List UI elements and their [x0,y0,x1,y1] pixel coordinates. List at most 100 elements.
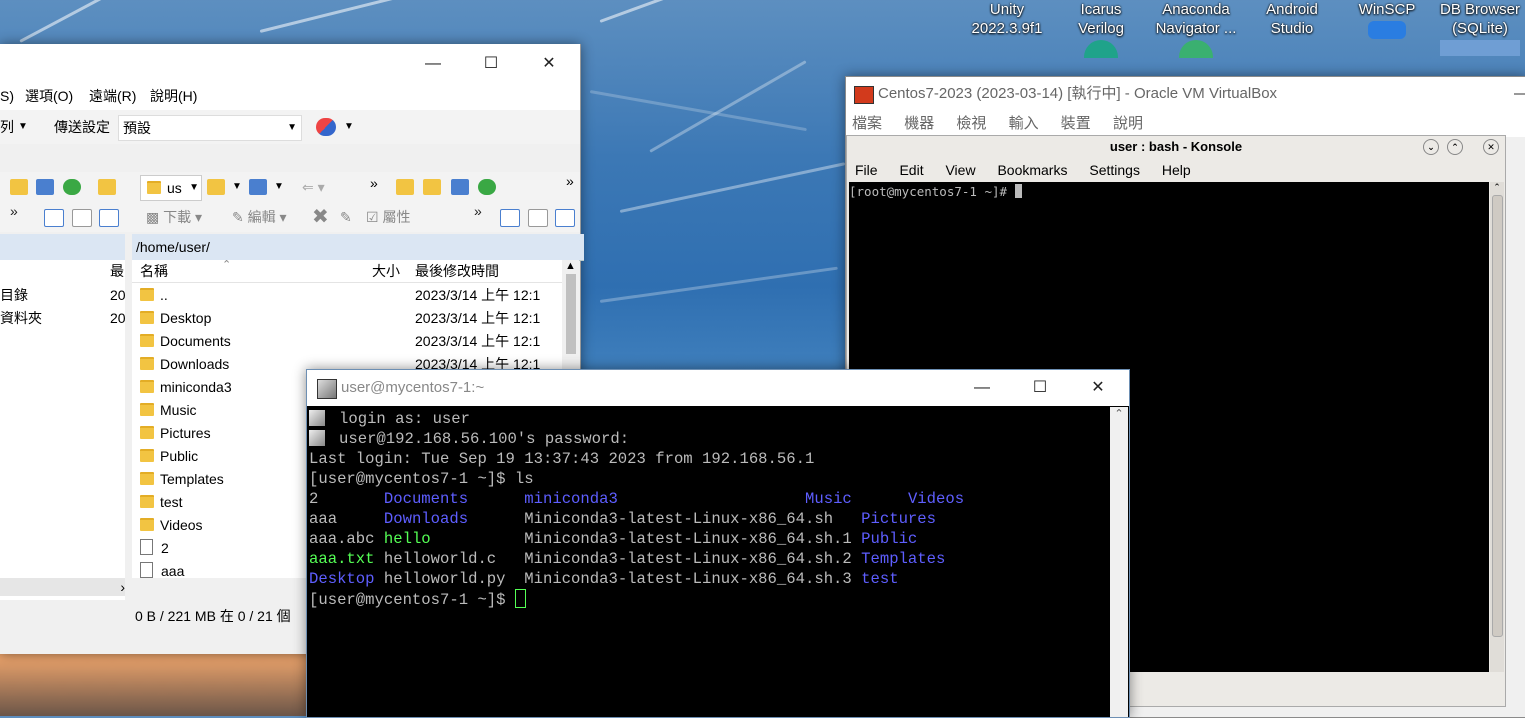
refresh-icon[interactable] [63,179,81,195]
desktop-icon-db-browser[interactable]: DB Browser (SQLite) [1435,0,1525,56]
more-icon[interactable]: » [10,196,18,226]
plus-icon[interactable] [44,209,64,227]
folder-icon [140,495,154,508]
properties-label: 屬性 [382,209,411,225]
minus-icon[interactable] [528,209,548,227]
chevron-down-icon[interactable]: ⌄ [1423,139,1439,155]
dropdown-arrow-icon[interactable]: ▼ [232,172,242,202]
menu-view[interactable]: View [945,162,975,178]
menu-options[interactable]: 選項(O) [25,82,73,110]
terminal-text: test [861,570,899,588]
root-dir-icon[interactable] [423,179,441,195]
minimize-button[interactable]: — [404,44,462,84]
path-combo[interactable]: us ▼ [140,175,202,201]
terminal-text: 2 [309,490,384,508]
filter-icon[interactable] [99,209,119,227]
maximize-button[interactable]: ☐ [462,44,520,84]
desktop-icon-android-studio[interactable]: Android Studio [1247,0,1337,38]
menu-bookmarks[interactable]: Bookmarks [997,162,1067,178]
minimize-button[interactable]: — [1514,77,1525,111]
list-item[interactable]: 資料夾 20 [0,307,126,330]
menu-file[interactable]: 檔案 [852,115,882,132]
desktop-icon-winscp[interactable]: WinSCP [1342,0,1432,39]
more-icon[interactable]: » [370,168,378,198]
file-name: Desktop [160,310,212,326]
dropdown-arrow-icon[interactable]: ▼ [18,110,28,144]
minimize-button[interactable]: — [953,370,1011,406]
left-path-bar[interactable] [0,234,125,261]
terminal-text: Desktop [309,570,375,588]
scroll-thumb[interactable] [565,274,576,354]
dropdown-arrow-icon[interactable]: ▼ [344,110,354,144]
dropdown-arrow-icon[interactable]: ▼ [274,172,284,202]
filter-icon[interactable] [249,179,267,195]
desktop-icon-icarus-verilog[interactable]: Icarus Verilog [1056,0,1146,58]
menu-help[interactable]: Help [1162,162,1191,178]
menu-settings[interactable]: Settings [1089,162,1140,178]
edit-button[interactable]: ✎ 編輯 ▾ [232,202,287,232]
scroll-up-icon[interactable]: ⌃ [1490,182,1504,193]
close-icon[interactable]: ✕ [1483,139,1499,155]
filter-icon[interactable] [555,209,575,227]
vertical-scrollbar[interactable]: ⌃ [1490,182,1504,672]
menu-edit[interactable]: Edit [899,162,923,178]
maximize-button[interactable]: ☐ [1011,370,1069,406]
refresh-icon[interactable] [478,179,496,195]
column-header-modified[interactable]: 最 [110,260,124,282]
table-row[interactable]: Desktop 2023/3/14 上午 12:1 [132,307,562,330]
delete-icon[interactable]: ✖ [312,202,329,232]
more-icon[interactable]: » [566,166,574,196]
root-dir-icon[interactable] [10,179,28,195]
left-file-list: 最 目錄 20 資料夾 20 [0,260,126,600]
list-item[interactable]: 目錄 20 [0,284,126,307]
menu-devices[interactable]: 裝置 [1061,115,1091,132]
scroll-up-icon[interactable]: ⌃ [1114,408,1123,420]
chevron-up-icon[interactable]: ⌃ [1447,139,1463,155]
table-row[interactable]: .. 2023/3/14 上午 12:1 [132,284,562,307]
desktop-icon-anaconda[interactable]: Anaconda Navigator ... [1151,0,1241,58]
menu-session[interactable]: S) [0,82,14,110]
back-icon[interactable]: ⇐ ▾ [302,172,325,202]
terminal-text: user@192.168.56.100's password: [339,430,630,448]
vertical-scrollbar[interactable]: ⌃ [1110,407,1128,717]
scroll-up-icon[interactable]: ▲ [562,260,579,272]
column-header-modified[interactable]: 最後修改時間 [415,260,499,282]
close-button[interactable]: ✕ [520,44,578,84]
home-icon[interactable] [36,179,54,195]
db-browser-icon [1440,40,1520,56]
download-button[interactable]: ▩ 下載 ▾ [146,202,202,232]
menu-view[interactable]: 檢視 [956,115,986,132]
home-icon[interactable] [451,179,469,195]
more-icon[interactable]: » [474,196,482,226]
parent-dir-icon[interactable] [396,179,414,195]
table-row[interactable]: Documents 2023/3/14 上午 12:1 [132,330,562,353]
putty-terminal[interactable]: login as: user user@192.168.56.100's pass… [307,407,1109,717]
transfer-settings-label: 傳送設定 [54,119,110,135]
sync-icon[interactable] [316,118,336,136]
vs-icon [1368,21,1406,39]
scroll-thumb[interactable] [1491,195,1503,637]
menu-file[interactable]: File [855,162,878,178]
column-header-size[interactable]: 大小 [372,260,400,282]
column-header-name[interactable]: 名稱 [140,260,168,282]
parent-folder-icon [140,288,154,301]
rename-icon[interactable]: ✎ [340,202,352,232]
menu-remote[interactable]: 遠端(R) [89,82,136,110]
close-button[interactable]: ✕ [1069,370,1127,406]
remote-path-bar[interactable]: /home/user/ [132,234,584,261]
menu-help[interactable]: 說明 [1113,115,1143,132]
plus-icon[interactable] [500,209,520,227]
minus-icon[interactable] [72,209,92,227]
properties-button[interactable]: ☑ 屬性 [366,202,410,232]
open-folder-icon[interactable] [207,179,225,195]
menu-input[interactable]: 輸入 [1009,115,1039,132]
path-combo-value: us [167,180,182,196]
desktop-icon-unity[interactable]: Unity 2022.3.9f1 [962,0,1052,38]
desktop-icon-label: Android [1266,1,1318,18]
menu-help[interactable]: 說明(H) [150,82,197,110]
find-files-icon[interactable] [98,179,116,195]
horizontal-scrollbar[interactable]: › [0,578,125,596]
menu-machine[interactable]: 機器 [904,115,934,132]
transfer-settings-select[interactable]: 預設 ▼ [118,115,302,141]
